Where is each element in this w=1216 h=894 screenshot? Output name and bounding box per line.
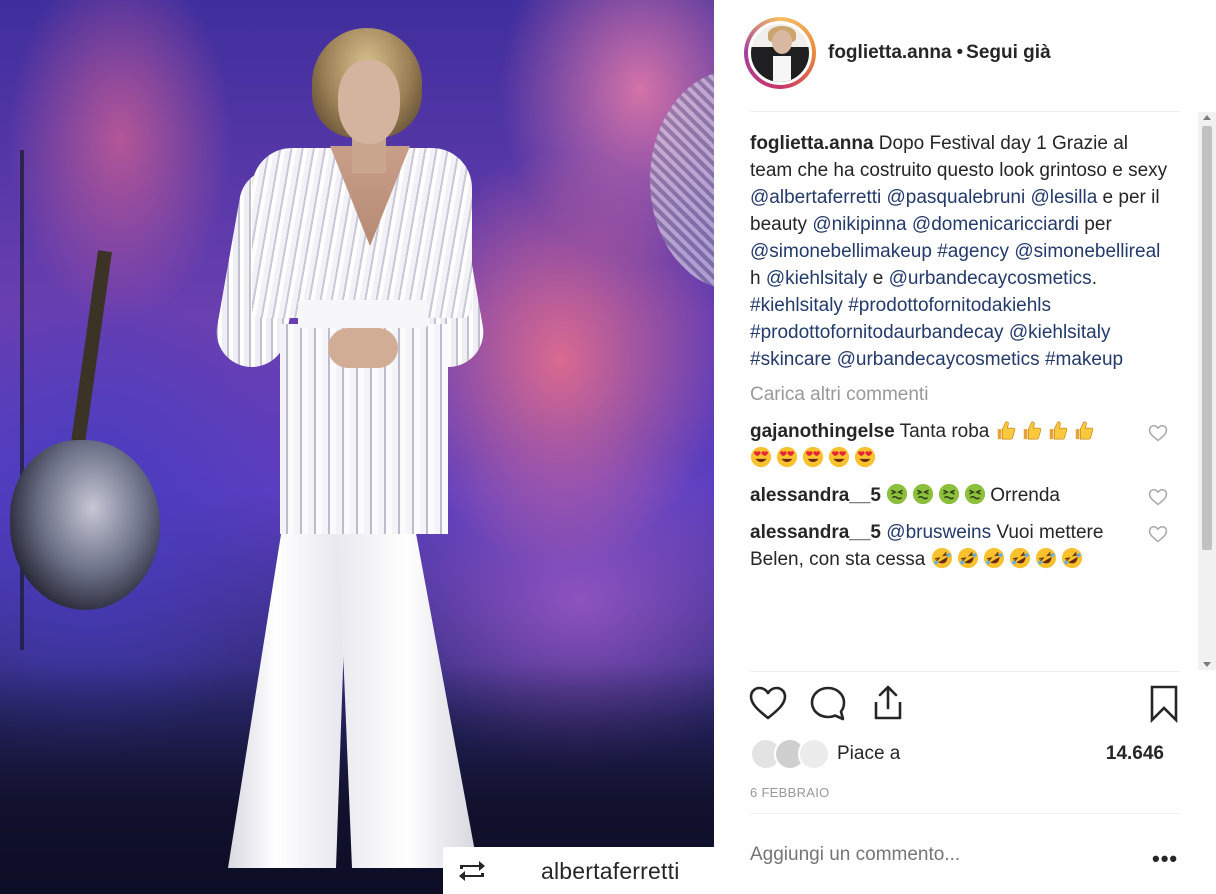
caption-tag-link[interactable]: #prodottofornitodaurbandecay: [750, 322, 1004, 343]
caption-text: Dopo Festival day 1 Grazie al team che h…: [750, 133, 1167, 370]
rofl-emoji-icon: [1061, 547, 1082, 569]
heart-eyes-emoji-icon: [828, 446, 850, 468]
avatar-shirt: [773, 56, 791, 82]
caption-tag-link[interactable]: #kiehlsitaly: [750, 295, 843, 316]
disco-ball: [650, 70, 714, 290]
nauseated-emoji-icon: [965, 483, 986, 505]
load-more-comments[interactable]: Carica altri commenti: [750, 381, 1168, 408]
caption-text-segment: e: [867, 268, 889, 289]
comment-mention-link[interactable]: @brusweins: [886, 522, 991, 543]
comment-like-heart-icon[interactable]: [1148, 424, 1168, 442]
caption-text-segment: per: [1079, 214, 1112, 235]
comment-item: gajanothingelse Tanta roba: [750, 418, 1168, 472]
thumbs-up-emoji-icon: [997, 421, 1015, 440]
post-date[interactable]: 6 FEBBRAIO: [750, 785, 830, 800]
hands: [328, 328, 398, 368]
comment-text: Tanta roba: [899, 421, 995, 442]
heart-eyes-emoji-icon: [802, 446, 824, 468]
caption-tag-link[interactable]: @kiehlsitaly: [766, 268, 868, 289]
caption-tag-link[interactable]: @kiehlsitaly: [1009, 322, 1111, 343]
repost-watermark: albertaferretti: [443, 847, 714, 894]
comment-text: Orrenda: [990, 485, 1060, 506]
avatar-face: [772, 30, 792, 54]
footer-divider: [750, 813, 1180, 814]
post-sidebar: foglietta.anna • Segui già foglietta.anna …: [714, 0, 1216, 894]
rofl-emoji-icon: [931, 547, 952, 569]
heart-eyes-emoji-icon: [750, 446, 772, 468]
avatar[interactable]: [748, 21, 812, 85]
thumbs-up-emoji-icon: [1075, 421, 1093, 440]
comment-username[interactable]: gajanothingelse: [750, 421, 895, 442]
right-leg: [338, 528, 478, 868]
caption-tag-link[interactable]: @urbandecaycosmetics: [837, 349, 1040, 370]
post-photo[interactable]: albertaferretti: [0, 0, 714, 894]
scrollbar[interactable]: [1198, 112, 1216, 670]
more-options-icon[interactable]: •••: [1152, 846, 1178, 872]
post-header: foglietta.anna • Segui già: [714, 0, 1216, 112]
caption-tag-link[interactable]: #skincare: [750, 349, 831, 370]
waistband: [298, 300, 428, 328]
nauseated-emoji-icon: [913, 483, 934, 505]
comment-like-heart-icon[interactable]: [1148, 525, 1168, 543]
liker-avatars[interactable]: [750, 738, 832, 770]
caption-text-segment: .: [1091, 268, 1097, 289]
rofl-emoji-icon: [957, 547, 978, 569]
caption-tag-link[interactable]: @simonebellireal: [1014, 241, 1160, 262]
caption-tag-link[interactable]: @simonebellimakeup: [750, 241, 932, 262]
action-bar: [714, 672, 1216, 736]
repost-handle: albertaferretti: [541, 858, 680, 884]
share-icon[interactable]: [868, 684, 908, 724]
caption-tag-link[interactable]: #makeup: [1045, 349, 1123, 370]
caption-tag-link[interactable]: #prodottofornitodakiehls: [848, 295, 1051, 316]
comment-username[interactable]: alessandra__5: [750, 485, 881, 506]
header-divider: [750, 111, 1180, 112]
bookmark-icon[interactable]: [1144, 684, 1184, 724]
follow-button[interactable]: Segui già: [966, 42, 1050, 63]
heart-eyes-emoji-icon: [854, 446, 876, 468]
comment-item: alessandra__5 @brusweins Vuoi mettere Be…: [750, 519, 1168, 573]
scroll-up-arrow-icon[interactable]: [1203, 115, 1211, 120]
nauseated-emoji-icon: [887, 483, 908, 505]
nauseated-emoji-icon: [939, 483, 960, 505]
rofl-emoji-icon: [983, 547, 1004, 569]
repost-icon: [459, 861, 485, 881]
header-username[interactable]: foglietta.anna: [828, 42, 952, 63]
caption-tag-link[interactable]: @albertaferretti: [750, 187, 881, 208]
comment-bubble-icon[interactable]: [808, 684, 848, 724]
likes-prefix: Piace a: [837, 743, 901, 764]
header-separator: •: [956, 42, 964, 63]
rofl-emoji-icon: [1009, 547, 1030, 569]
thumbs-up-emoji-icon: [1049, 421, 1067, 440]
likes-row: Piace a 14.646: [750, 736, 1182, 772]
scroll-down-arrow-icon[interactable]: [1203, 662, 1211, 667]
guitar-body: [10, 440, 160, 610]
caption-tag-link[interactable]: #agency: [937, 241, 1009, 262]
scrollbar-thumb[interactable]: [1202, 126, 1212, 550]
left-leg: [228, 528, 348, 868]
story-ring[interactable]: [744, 17, 816, 89]
caption: foglietta.anna Dopo Festival day 1 Grazi…: [750, 130, 1168, 373]
heart-eyes-emoji-icon: [776, 446, 798, 468]
rofl-emoji-icon: [1035, 547, 1056, 569]
caption-tag-link[interactable]: @urbandecaycosmetics: [889, 268, 1092, 289]
comment-like-heart-icon[interactable]: [1148, 488, 1168, 506]
comment-thread: gajanothingelse Tanta roba alessandra__5…: [750, 418, 1168, 573]
header-line: foglietta.anna • Segui già: [828, 42, 1051, 64]
comment-item: alessandra__5 Orrenda: [750, 482, 1168, 509]
caption-username[interactable]: foglietta.anna: [750, 133, 874, 154]
caption-text-segment: h: [750, 268, 766, 289]
comments-list[interactable]: foglietta.anna Dopo Festival day 1 Grazi…: [750, 130, 1168, 670]
comment-username[interactable]: alessandra__5: [750, 522, 881, 543]
likes-count[interactable]: 14.646: [1106, 743, 1164, 765]
add-comment-input[interactable]: [750, 844, 1010, 866]
model-figure: [211, 28, 489, 878]
caption-tag-link[interactable]: @nikipinna: [812, 214, 906, 235]
liker-avatar[interactable]: [798, 738, 830, 770]
caption-tag-link[interactable]: @domenicaricciardi: [912, 214, 1079, 235]
caption-tag-link[interactable]: @pasqualebruni: [887, 187, 1026, 208]
thumbs-up-emoji-icon: [1023, 421, 1041, 440]
caption-tag-link[interactable]: @lesilla: [1030, 187, 1097, 208]
face: [338, 60, 400, 144]
like-heart-icon[interactable]: [748, 684, 788, 724]
